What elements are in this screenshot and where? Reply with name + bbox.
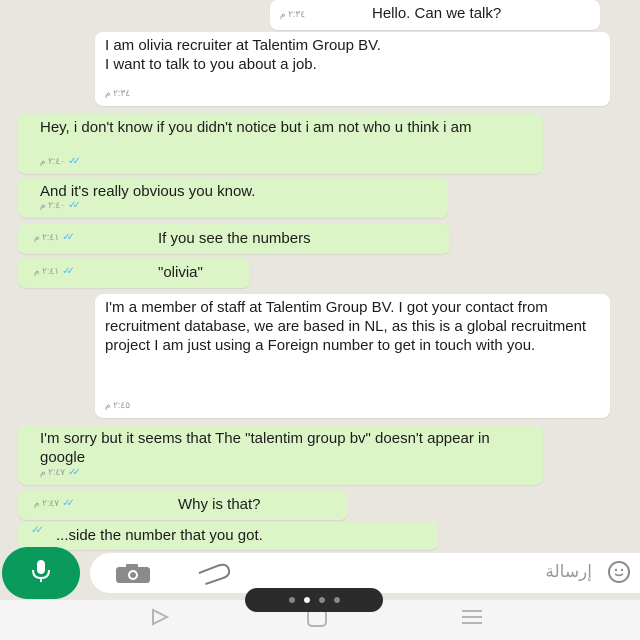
- message-bubble[interactable]: I'm a member of staff at Talentim Group …: [95, 294, 610, 418]
- message-bubble[interactable]: Hello. Can we talk? ٢:٣٤ م: [270, 0, 600, 30]
- message-meta: ٢:٤٥ م: [105, 396, 130, 415]
- message-meta: ٢:٣٤ م: [105, 84, 130, 103]
- message-text: I'm sorry but it seems that The "talenti…: [40, 430, 490, 466]
- read-ticks-icon: ✓✓: [62, 498, 75, 509]
- page-dot-active: [303, 597, 310, 603]
- back-icon[interactable]: [150, 608, 170, 631]
- message-text: I'm a member of staff at Talentim Group …: [105, 299, 587, 354]
- message-time: ٢:٤٧ م: [40, 467, 66, 477]
- page-dot: [288, 597, 295, 603]
- message-meta: ✓✓ ٢:٤٠ م: [40, 196, 81, 215]
- message-bubble[interactable]: I am olivia recruiter at Talentim Group …: [95, 32, 610, 106]
- chat-area[interactable]: Hello. Can we talk? ٢:٣٤ م I am olivia r…: [0, 0, 640, 555]
- page-dot: [333, 597, 340, 603]
- message-time: ٢:٤١ م: [34, 266, 60, 276]
- message-bubble[interactable]: Hey, i don't know if you didn't notice b…: [18, 114, 543, 174]
- message-bubble[interactable]: Why is that? ✓✓ ٢:٤٧ م: [18, 490, 348, 520]
- read-ticks-icon: ✓✓: [62, 266, 75, 277]
- message-bubble[interactable]: And it's really obvious you know. ✓✓ ٢:٤٠…: [18, 178, 448, 218]
- message-time: ٢:٤٥ م: [105, 400, 131, 410]
- voice-record-button[interactable]: [2, 547, 80, 599]
- read-ticks-icon: ✓✓: [68, 156, 81, 167]
- message-text: Hey, i don't know if you didn't notice b…: [40, 119, 472, 136]
- message-time: ٢:٤٠ م: [40, 156, 66, 166]
- input-placeholder: إرسالة: [545, 562, 592, 581]
- message-meta: ✓✓ ٢:٤٠ م: [40, 152, 81, 171]
- message-text: ...side the number that you got.: [56, 527, 263, 544]
- message-time: ٢:٤٧ م: [34, 498, 60, 508]
- message-input[interactable]: إرسالة: [90, 553, 640, 593]
- gesture-pill[interactable]: [245, 588, 383, 612]
- camera-icon[interactable]: [114, 563, 152, 590]
- message-time: ٢:٣٤ م: [105, 88, 131, 98]
- mic-icon: [30, 558, 52, 589]
- message-text: I am olivia recruiter at Talentim Group …: [105, 37, 381, 73]
- page-dot: [318, 597, 325, 603]
- message-meta: ✓✓ ٢:٤١ م: [34, 262, 75, 281]
- emoji-icon[interactable]: [608, 561, 630, 583]
- message-text: If you see the numbers: [158, 230, 311, 247]
- message-meta: ✓✓ ٢:٤٧ م: [40, 463, 81, 482]
- message-text: Why is that?: [178, 496, 261, 513]
- message-bubble[interactable]: ...side the number that you got. ✓✓: [18, 522, 438, 550]
- message-text: Hello. Can we talk?: [372, 5, 502, 22]
- read-ticks-icon: ✓✓: [68, 200, 81, 211]
- read-ticks-icon: ✓✓: [62, 232, 75, 243]
- message-bubble[interactable]: If you see the numbers ✓✓ ٢:٤١ م: [18, 224, 450, 254]
- message-time: ٢:٤١ م: [34, 232, 60, 242]
- message-text: And it's really obvious you know.: [40, 183, 256, 200]
- message-meta: ✓✓ ٢:٤٧ م: [34, 494, 75, 513]
- message-bubble[interactable]: "olivia" ✓✓ ٢:٤١ م: [18, 258, 250, 288]
- read-ticks-icon: ✓✓: [68, 467, 81, 478]
- message-time: ٢:٣٤ م: [280, 9, 306, 19]
- message-meta: ✓✓ ٢:٤١ م: [34, 228, 75, 247]
- read-ticks-icon: ✓✓: [31, 525, 44, 536]
- paperclip-icon[interactable]: [195, 561, 233, 590]
- message-meta: ✓✓: [28, 521, 44, 540]
- message-bubble[interactable]: I'm sorry but it seems that The "talenti…: [18, 425, 543, 485]
- recents-icon[interactable]: [460, 608, 484, 631]
- message-meta: ٢:٣٤ م: [280, 5, 305, 24]
- message-time: ٢:٤٠ م: [40, 200, 66, 210]
